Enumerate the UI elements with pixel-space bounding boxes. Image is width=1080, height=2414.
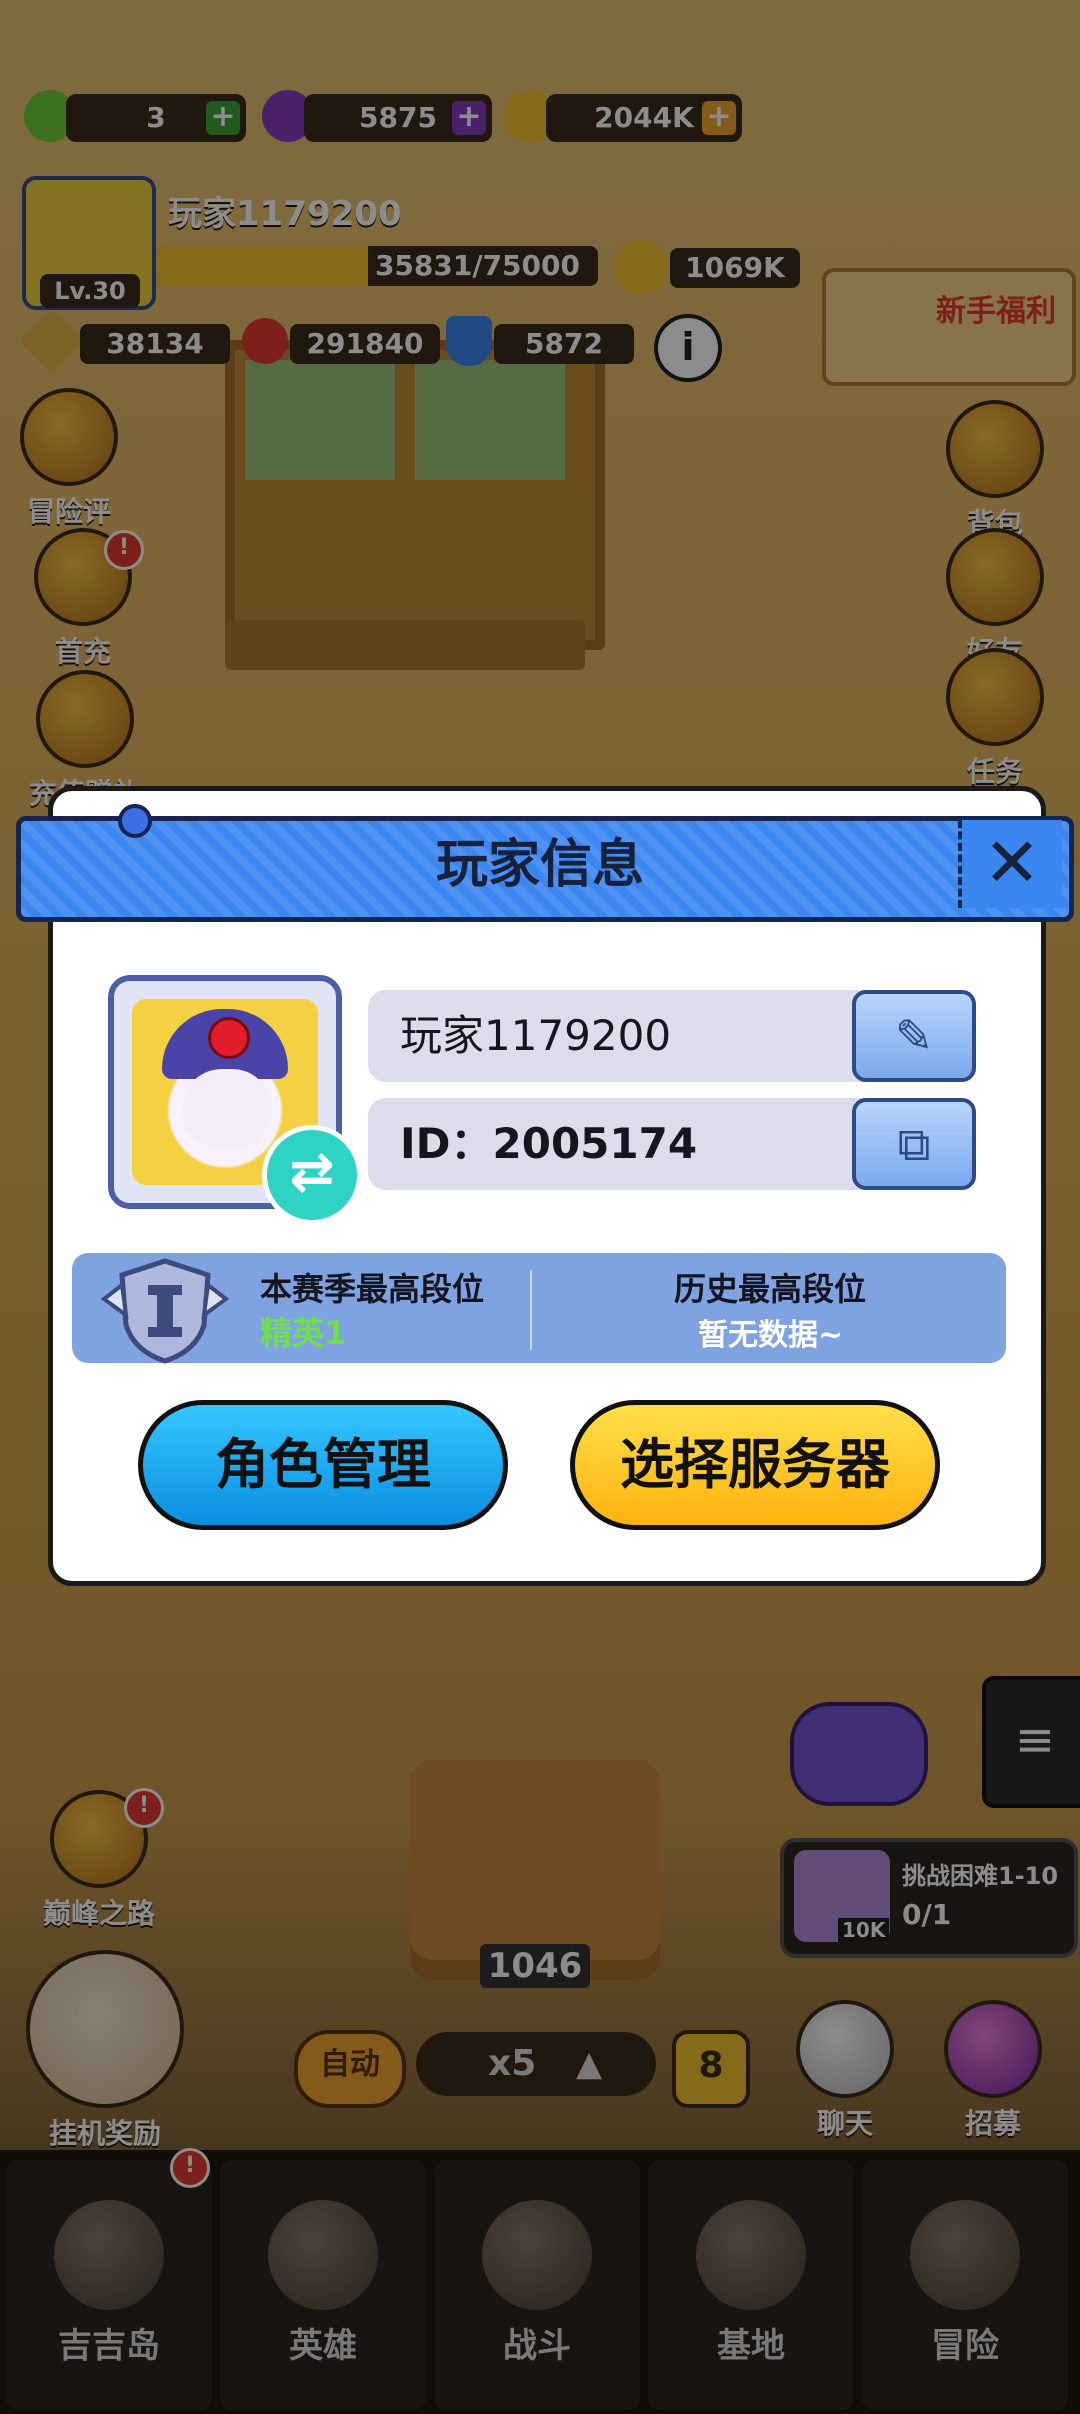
rank-shield-icon xyxy=(100,1258,230,1364)
player-name-field: 玩家1179200 ✎ xyxy=(368,990,976,1082)
rank-divider xyxy=(530,1270,532,1350)
player-id-value: ID：2005174 xyxy=(400,1119,698,1168)
swap-avatar-button[interactable]: ⇄ xyxy=(262,1125,362,1225)
avatar-gem xyxy=(208,1017,250,1059)
history-rank-label: 历史最高段位 xyxy=(674,1270,867,1308)
player-id-field: ID：2005174 ⧉ xyxy=(368,1098,976,1190)
edit-name-button[interactable]: ✎ xyxy=(852,990,976,1082)
avatar-face xyxy=(182,1069,272,1149)
season-rank-label: 本赛季最高段位 xyxy=(260,1270,485,1308)
copy-id-button[interactable]: ⧉ xyxy=(852,1098,976,1190)
history-rank-value: 暂无数据~ xyxy=(698,1318,844,1353)
header-dot xyxy=(118,804,152,838)
close-button[interactable]: ✕ xyxy=(958,820,1062,908)
season-rank-value: 精英1 xyxy=(260,1314,347,1352)
role-management-button[interactable]: 角色管理 xyxy=(138,1400,508,1530)
select-server-button[interactable]: 选择服务器 xyxy=(570,1400,940,1530)
dialog-title: 玩家信息 xyxy=(435,835,644,895)
player-name-value: 玩家1179200 xyxy=(400,1011,672,1060)
